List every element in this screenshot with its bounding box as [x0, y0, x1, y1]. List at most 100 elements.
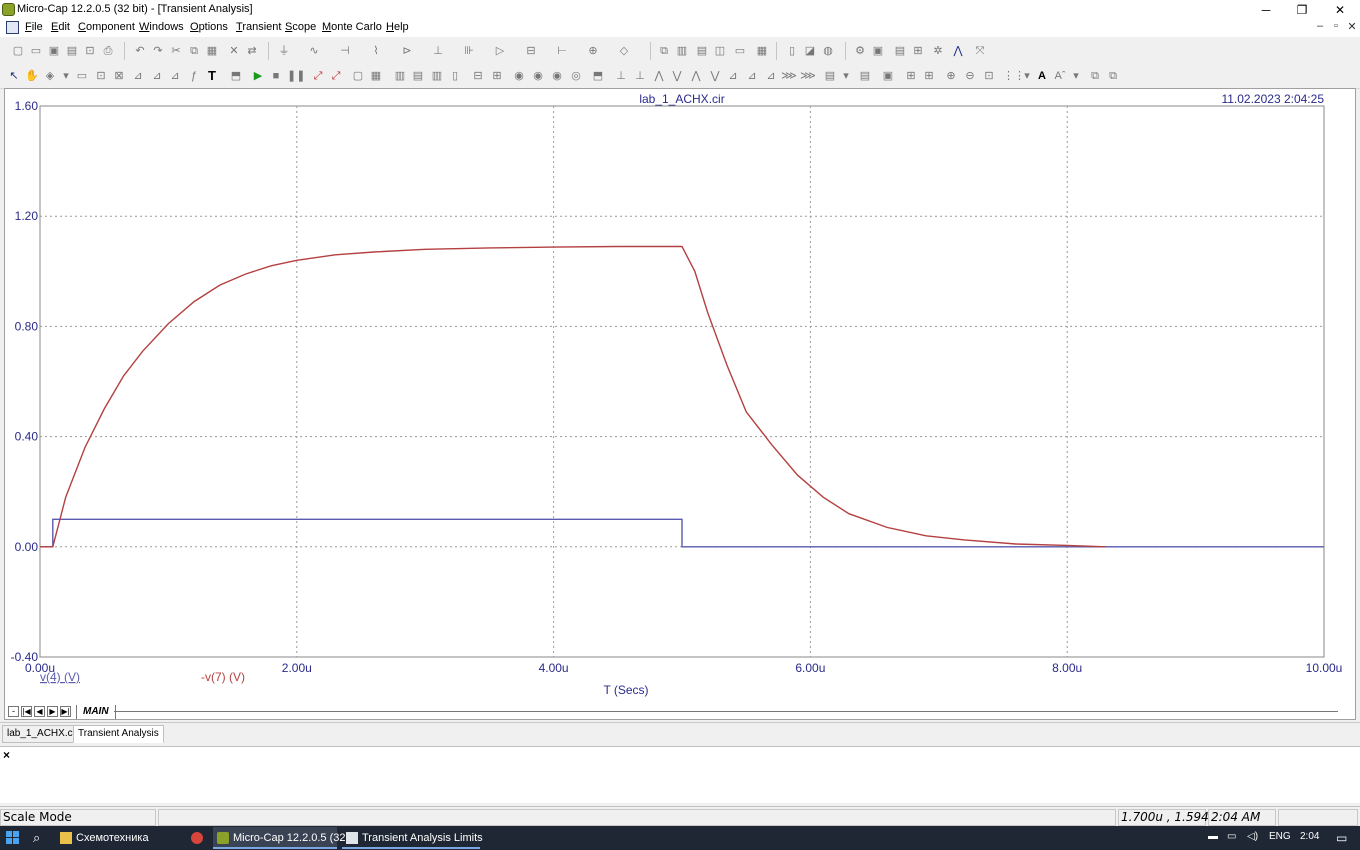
new-file-icon[interactable]: ▢: [10, 43, 26, 59]
minimize-button[interactable]: ─: [1248, 0, 1284, 20]
vertical-tag-icon[interactable]: ⊿: [167, 68, 183, 84]
window-icon[interactable]: ▭: [732, 43, 748, 59]
open-file-icon[interactable]: ▭: [28, 43, 44, 59]
layout-4-icon[interactable]: ▯: [447, 68, 463, 84]
cut-icon[interactable]: ✂: [168, 43, 184, 59]
numeric-output-icon[interactable]: ▣: [880, 68, 896, 84]
optimize-icon[interactable]: ✲: [930, 43, 946, 59]
menu-help[interactable]: Help: [386, 21, 409, 33]
copy-icon[interactable]: ⧉: [186, 43, 202, 59]
network-icon[interactable]: ▭: [1227, 831, 1236, 842]
menu-windows[interactable]: Windows: [139, 21, 184, 33]
search-icon[interactable]: ⌕: [33, 830, 40, 846]
print-preview-icon[interactable]: ⊡: [82, 43, 98, 59]
cursor-2-icon[interactable]: ⊥: [632, 68, 648, 84]
minus-box-icon[interactable]: ⊟: [470, 68, 486, 84]
zoom-fit-icon[interactable]: ⊡: [981, 68, 997, 84]
run-analysis-icon[interactable]: ⚙: [852, 43, 868, 59]
cursor-1-icon[interactable]: ⊥: [613, 68, 629, 84]
cursor-6-icon[interactable]: ⋁: [707, 68, 723, 84]
probe-icon[interactable]: ◇: [616, 43, 632, 59]
fit-x-icon[interactable]: ⊞: [903, 68, 919, 84]
taskbar-item-microcap[interactable]: Micro-Cap 12.2.0.5 (32...: [213, 827, 355, 849]
pause-icon[interactable]: ❚❚: [287, 68, 305, 84]
last-sheet-button[interactable]: ▶|: [60, 706, 71, 717]
message-pane[interactable]: ×: [0, 746, 1360, 803]
jumper-icon[interactable]: ⊟: [523, 43, 539, 59]
replace-icon[interactable]: ⇄: [244, 43, 260, 59]
legend-neg-v7[interactable]: -v(7) (V): [201, 670, 245, 684]
component-mode-icon[interactable]: ◈: [42, 68, 58, 84]
tab-transient-analysis[interactable]: Transient Analysis: [73, 725, 164, 743]
first-sheet-button[interactable]: |◀: [21, 706, 32, 717]
high-icon[interactable]: ◉: [549, 68, 565, 84]
properties-icon[interactable]: ▤: [892, 43, 908, 59]
cascade-icon[interactable]: ⧉: [656, 43, 672, 59]
export-icon[interactable]: ⬒: [228, 68, 244, 84]
menu-transient[interactable]: Transient: [236, 21, 281, 33]
cursor-10-icon[interactable]: ⋙: [781, 68, 797, 84]
close-button[interactable]: ✕: [1322, 0, 1358, 20]
layout-3-icon[interactable]: ▥: [429, 68, 445, 84]
fit-y-icon[interactable]: ⊞: [921, 68, 937, 84]
horizontal-tag-icon[interactable]: ⊿: [149, 68, 165, 84]
scale-mode-icon[interactable]: ⊡: [93, 68, 109, 84]
print-icon[interactable]: ⎙: [100, 43, 116, 59]
performance-icon[interactable]: ⤧: [972, 43, 988, 59]
restore-button[interactable]: ❐: [1284, 0, 1320, 20]
box-icon[interactable]: ▢: [350, 68, 366, 84]
next-sheet-button[interactable]: ▶: [47, 706, 58, 717]
calculator-icon[interactable]: ▦: [754, 43, 770, 59]
menu-file[interactable]: File: [25, 21, 43, 33]
dropdown-arrow-icon[interactable]: ▾: [58, 68, 74, 84]
layout-2-icon[interactable]: ▤: [410, 68, 426, 84]
diode-icon[interactable]: ⊳: [399, 43, 415, 59]
pan-mode-icon[interactable]: ✋: [24, 68, 40, 84]
menu-component[interactable]: Component: [78, 21, 135, 33]
save-all-icon[interactable]: ▤: [64, 43, 80, 59]
paste-icon[interactable]: ▦: [204, 43, 220, 59]
menu-monte-carlo[interactable]: Monte Carlo: [322, 21, 382, 33]
cursor-3-icon[interactable]: ⋀: [651, 68, 667, 84]
tile-vertical-icon[interactable]: ▥: [674, 43, 690, 59]
opamp-icon[interactable]: ▷: [492, 43, 508, 59]
cursor-9-icon[interactable]: ⊿: [763, 68, 779, 84]
globe-icon[interactable]: ◍: [820, 43, 836, 59]
document-icon[interactable]: [6, 21, 19, 34]
probe-sweep-icon[interactable]: ⤢: [328, 68, 344, 84]
mdi-close-button[interactable]: ✕: [1344, 20, 1360, 33]
analysis-plot-icon[interactable]: ⋀: [950, 43, 966, 59]
device-icon[interactable]: ▬: [1208, 831, 1218, 842]
stepping-icon[interactable]: ⊞: [910, 43, 926, 59]
series-line-0[interactable]: [40, 518, 1324, 548]
windows-start-icon[interactable]: [6, 831, 20, 845]
point-tag-icon[interactable]: ⊿: [130, 68, 146, 84]
grid-options-icon[interactable]: ⋮⋮: [1003, 68, 1025, 84]
save-icon[interactable]: ▣: [46, 43, 62, 59]
prev-sheet-button[interactable]: ◀: [34, 706, 45, 717]
taskbar-item-chrome[interactable]: [186, 827, 210, 849]
low-icon[interactable]: ◎: [568, 68, 584, 84]
text-tool-icon[interactable]: T: [204, 68, 220, 84]
cursor-4-icon[interactable]: ⋁: [669, 68, 685, 84]
image-icon[interactable]: ◪: [802, 43, 818, 59]
capacitor-icon[interactable]: ⊣: [337, 43, 353, 59]
tab-lab-1-achx[interactable]: lab_1_ACHX.cir: [2, 725, 84, 743]
peak-icon[interactable]: ◉: [511, 68, 527, 84]
cursor-mode-icon[interactable]: ⊠: [111, 68, 127, 84]
cursor-7-icon[interactable]: ⊿: [725, 68, 741, 84]
text-icon[interactable]: ▯: [784, 43, 800, 59]
font-size-icon[interactable]: Aˆ: [1052, 68, 1068, 84]
zoom-out-icon[interactable]: ⊖: [962, 68, 978, 84]
resistor-icon[interactable]: ∿: [306, 43, 322, 59]
formula-icon[interactable]: ƒ: [186, 68, 202, 84]
menu-scope[interactable]: Scope: [285, 21, 316, 33]
limits-icon[interactable]: ▣: [870, 43, 886, 59]
ground-icon[interactable]: ⏚: [276, 43, 292, 59]
stop-icon[interactable]: ■: [268, 68, 284, 84]
taskbar-item-limits[interactable]: Transient Analysis Limits: [342, 827, 483, 849]
tab-menu-button[interactable]: -: [8, 706, 19, 717]
cursor-5-icon[interactable]: ⋀: [688, 68, 704, 84]
battery-icon[interactable]: ⊪: [461, 43, 477, 59]
taskbar-clock[interactable]: 2:04: [1300, 831, 1319, 842]
